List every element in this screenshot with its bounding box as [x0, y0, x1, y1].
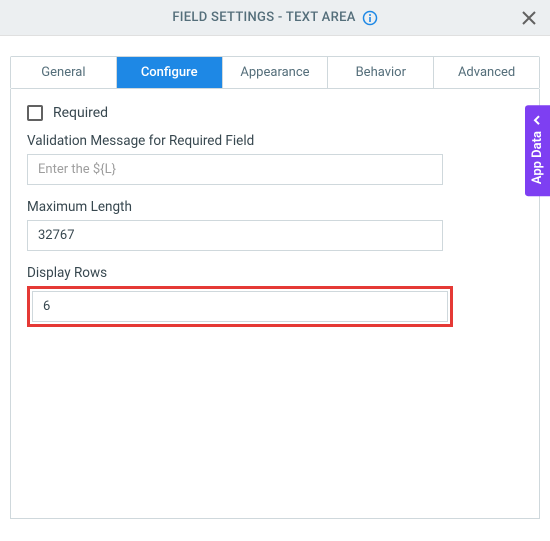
configure-panel: Required Validation Message for Required…	[10, 89, 540, 519]
app-data-side-tab[interactable]: App Data	[525, 105, 550, 196]
dialog-header: FIELD SETTINGS - TEXT AREA	[0, 0, 550, 36]
tab-appearance[interactable]: Appearance	[223, 57, 329, 88]
display-rows-label: Display Rows	[27, 265, 523, 281]
maximum-length-label: Maximum Length	[27, 199, 523, 215]
info-icon[interactable]	[362, 10, 378, 26]
tab-behavior[interactable]: Behavior	[328, 57, 434, 88]
required-checkbox[interactable]	[27, 105, 43, 121]
display-rows-highlight	[27, 286, 453, 327]
required-label: Required	[53, 105, 108, 121]
close-button[interactable]	[518, 7, 540, 29]
required-row: Required	[27, 105, 523, 121]
tab-configure[interactable]: Configure	[117, 57, 223, 88]
validation-message-input[interactable]	[27, 154, 443, 185]
display-rows-input[interactable]	[32, 291, 448, 322]
tab-advanced[interactable]: Advanced	[434, 57, 539, 88]
validation-message-label: Validation Message for Required Field	[27, 133, 523, 149]
app-data-label: App Data	[530, 131, 545, 184]
dialog-title: FIELD SETTINGS - TEXT AREA	[172, 10, 355, 25]
tabs-bar: General Configure Appearance Behavior Ad…	[10, 56, 540, 89]
tab-general[interactable]: General	[11, 57, 117, 88]
chevron-left-icon	[533, 115, 543, 125]
maximum-length-input[interactable]	[27, 220, 443, 251]
